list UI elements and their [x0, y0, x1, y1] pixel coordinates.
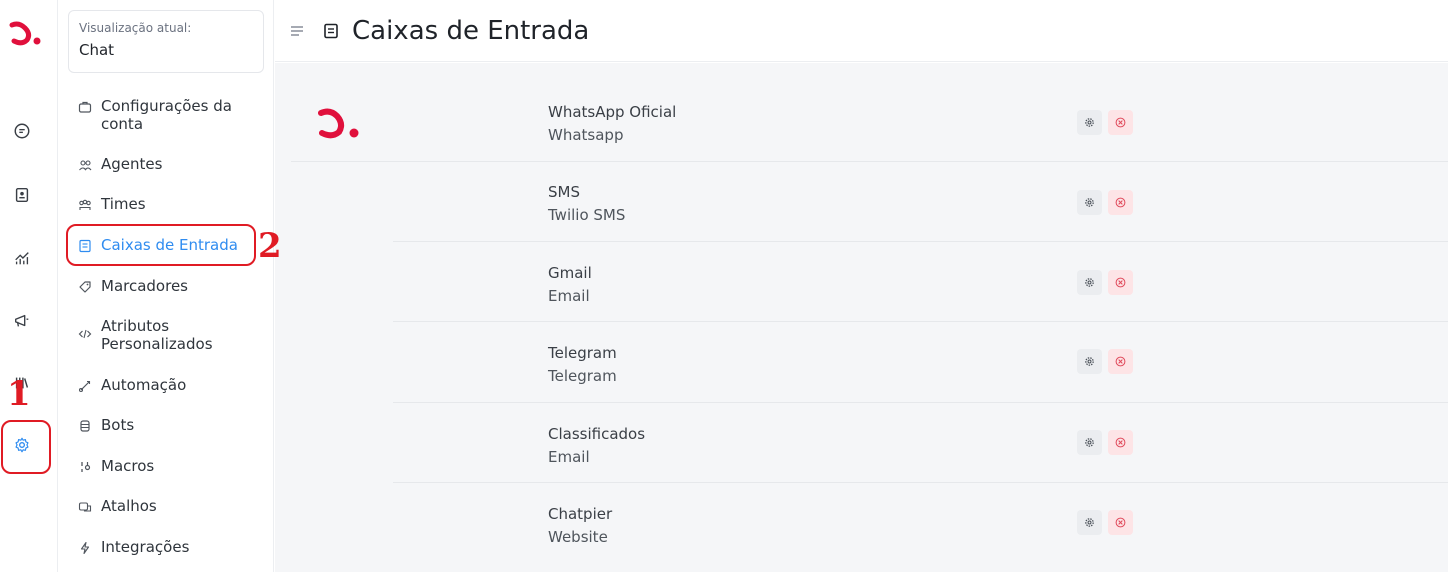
inbox-name: Classificados: [548, 425, 646, 443]
close-circle-icon: [1115, 117, 1126, 128]
sidebar-item-bots[interactable]: Bots: [78, 416, 258, 434]
sidebar-item-label: Macros: [101, 457, 155, 475]
brand-logo-icon[interactable]: [9, 20, 41, 46]
sidebar-item-label: Automação: [101, 376, 187, 394]
gear-icon: [1085, 357, 1094, 366]
sidebar-item-account-settings[interactable]: Configurações da conta: [78, 97, 258, 133]
inbox-name: Gmail: [548, 264, 592, 282]
current-view-selector[interactable]: Visualização atual: Chat: [68, 10, 264, 73]
inbox-name: SMS: [548, 183, 580, 201]
inbox-row: Gmail Email: [393, 242, 1448, 322]
inbox-delete-button[interactable]: [1108, 110, 1133, 135]
gear-icon: [1085, 518, 1094, 527]
inbox-delete-button[interactable]: [1108, 190, 1133, 215]
settings-sidebar: Visualização atual: Chat Configurações d…: [58, 0, 274, 572]
campaigns-button[interactable]: [9, 308, 35, 334]
sidebar-item-shortcuts[interactable]: Atalhos: [78, 497, 258, 515]
inbox-settings-button[interactable]: [1077, 110, 1102, 135]
inbox-row: Classificados Email: [393, 403, 1448, 483]
inbox-name: WhatsApp Oficial: [548, 103, 677, 121]
sidebar-item-label: Integrações: [101, 538, 190, 556]
tag-icon: [78, 280, 92, 294]
inbox-settings-button[interactable]: [1077, 430, 1102, 455]
team-icon: [78, 198, 92, 212]
sidebar-item-label: Marcadores: [101, 277, 188, 295]
gear-icon: [1085, 438, 1094, 447]
app-window: Visualização atual: Chat Configurações d…: [0, 0, 1448, 572]
chart-icon: [15, 252, 29, 265]
sidebar-item-label: Times: [101, 195, 146, 213]
inbox-list: WhatsApp Oficial Whatsapp SMS Twilio SMS…: [275, 63, 1448, 572]
close-circle-icon: [1115, 437, 1126, 448]
inbox-settings-button[interactable]: [1077, 270, 1102, 295]
close-circle-icon: [1115, 517, 1126, 528]
sidebar-item-label: Atributos Personalizados: [101, 317, 213, 353]
gear-icon: [1085, 278, 1094, 287]
gear-icon: [1085, 118, 1094, 127]
inbox-row: Telegram Telegram: [393, 323, 1448, 403]
briefcase-icon: [78, 100, 92, 114]
sidebar-item-integrations[interactable]: Integrações: [78, 538, 258, 556]
gear-icon: [1085, 198, 1094, 207]
close-circle-icon: [1115, 356, 1126, 367]
annotation-step-2: 2: [258, 226, 282, 266]
sidebar-item-agents[interactable]: Agentes: [78, 155, 258, 173]
contacts-button[interactable]: [9, 182, 35, 208]
sidebar-item-label: Bots: [101, 416, 135, 434]
hamburger-icon[interactable]: [291, 25, 303, 37]
annotation-step-1: 1: [7, 374, 31, 414]
people-icon: [78, 158, 92, 172]
inbox-delete-button[interactable]: [1108, 270, 1133, 295]
icon-rail: [0, 0, 58, 572]
inbox-type: Website: [548, 528, 608, 546]
inbox-name: Telegram: [548, 344, 617, 362]
inbox-settings-button[interactable]: [1077, 190, 1102, 215]
reports-button[interactable]: [9, 245, 35, 271]
annotation-box-inboxes: [66, 224, 256, 266]
shortcut-icon: [78, 500, 92, 514]
annotation-box-settings: [1, 420, 51, 474]
lightning-icon: [78, 541, 92, 555]
contact-card-icon: [15, 187, 29, 203]
code-icon: [78, 327, 92, 341]
inbox-settings-button[interactable]: [1077, 510, 1102, 535]
chat-bubble-icon: [14, 123, 30, 139]
bot-icon: [78, 419, 92, 433]
close-circle-icon: [1115, 197, 1126, 208]
inbox-delete-button[interactable]: [1108, 510, 1133, 535]
sidebar-item-automation[interactable]: Automação: [78, 376, 258, 394]
sidebar-item-macros[interactable]: Macros: [78, 457, 258, 475]
sidebar-item-labels[interactable]: Marcadores: [78, 277, 258, 295]
close-circle-icon: [1115, 277, 1126, 288]
inbox-name: Chatpier: [548, 505, 613, 523]
page-title: Caixas de Entrada: [352, 16, 590, 46]
inbox-row: Chatpier Website: [393, 484, 1448, 564]
inbox-icon: [324, 23, 338, 39]
inbox-row: SMS Twilio SMS: [393, 162, 1448, 242]
inbox-type: Twilio SMS: [548, 206, 626, 224]
inbox-type: Whatsapp: [548, 126, 624, 144]
inbox-type: Email: [548, 448, 590, 466]
current-view-value: Chat: [79, 41, 115, 59]
inbox-delete-button[interactable]: [1108, 430, 1133, 455]
macro-icon: [78, 460, 92, 474]
page-header: Caixas de Entrada: [275, 0, 1448, 62]
sidebar-item-label: Agentes: [101, 155, 163, 173]
sidebar-item-label: Configurações da conta: [101, 97, 232, 133]
sidebar-item-custom-attributes[interactable]: Atributos Personalizados: [78, 317, 258, 353]
conversations-button[interactable]: [9, 118, 35, 144]
inbox-type: Email: [548, 287, 590, 305]
current-view-label: Visualização atual:: [79, 21, 192, 35]
inbox-settings-button[interactable]: [1077, 349, 1102, 374]
inbox-delete-button[interactable]: [1108, 349, 1133, 374]
inbox-row: WhatsApp Oficial Whatsapp: [291, 82, 1448, 162]
sidebar-item-teams[interactable]: Times: [78, 195, 258, 213]
inbox-type: Telegram: [548, 367, 617, 385]
sidebar-item-label: Atalhos: [101, 497, 157, 515]
automation-icon: [78, 379, 92, 393]
megaphone-icon: [15, 314, 29, 327]
